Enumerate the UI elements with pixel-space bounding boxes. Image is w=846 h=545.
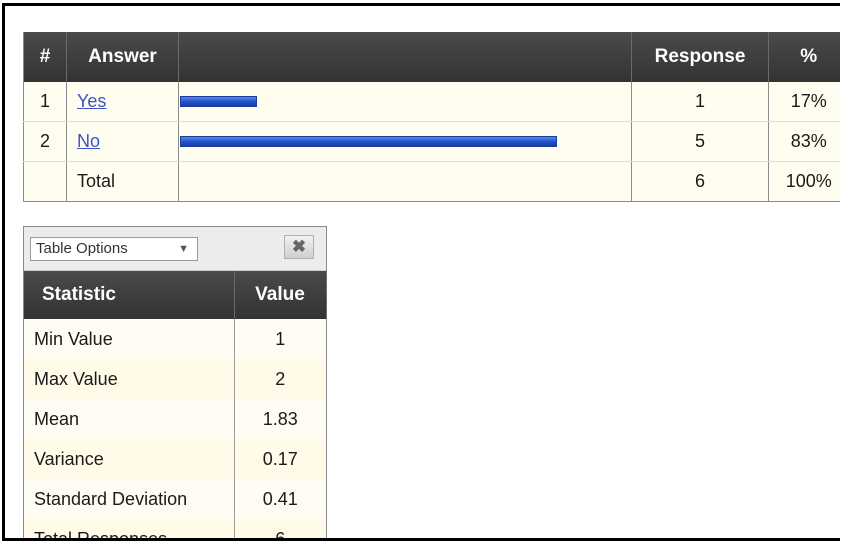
response-bar-no bbox=[180, 136, 557, 147]
stat-name: Mean bbox=[24, 399, 235, 439]
response-percent: 83% bbox=[768, 121, 840, 162]
header-answer[interactable]: Answer bbox=[66, 32, 179, 82]
total-row: Total 6 100% bbox=[23, 161, 840, 202]
total-percent: 100% bbox=[768, 161, 840, 202]
stat-name: Standard Deviation bbox=[24, 479, 235, 519]
total-number-cell bbox=[23, 161, 67, 202]
stat-value: 1 bbox=[234, 319, 326, 359]
bar-cell bbox=[178, 82, 632, 122]
answer-cell: Yes bbox=[66, 82, 179, 122]
table-options-label: Table Options bbox=[36, 240, 128, 257]
stat-row: Total Responses 6 bbox=[24, 519, 326, 538]
statistics-panel: Table Options ▼ ✖ Statistic Value Min Va… bbox=[23, 226, 327, 538]
table-options-dropdown[interactable]: Table Options ▼ bbox=[30, 237, 198, 261]
total-bar-cell bbox=[178, 161, 632, 202]
report-frame: # Answer Response % 1 Yes 1 17% 2 No 5 8… bbox=[2, 3, 840, 541]
stat-row: Max Value 2 bbox=[24, 359, 326, 399]
bar-cell bbox=[178, 121, 632, 162]
row-number: 1 bbox=[23, 82, 67, 122]
answer-row-yes: 1 Yes 1 17% bbox=[23, 82, 840, 122]
stat-value: 2 bbox=[234, 359, 326, 399]
stat-name: Max Value bbox=[24, 359, 235, 399]
header-number: # bbox=[23, 32, 67, 82]
answer-cell: No bbox=[66, 121, 179, 162]
answers-table: # Answer Response % 1 Yes 1 17% 2 No 5 8… bbox=[23, 32, 840, 202]
answer-row-no: 2 No 5 83% bbox=[23, 121, 840, 162]
stat-value: 0.17 bbox=[234, 439, 326, 479]
answer-link-yes[interactable]: Yes bbox=[77, 91, 106, 111]
stat-row: Min Value 1 bbox=[24, 319, 326, 359]
answer-link-no[interactable]: No bbox=[77, 131, 100, 151]
total-response: 6 bbox=[631, 161, 769, 202]
stat-value: 6 bbox=[234, 519, 326, 538]
stat-name: Variance bbox=[24, 439, 235, 479]
header-bar bbox=[178, 32, 632, 82]
stat-name: Total Responses bbox=[24, 519, 235, 538]
answers-header-row: # Answer Response % bbox=[23, 32, 840, 82]
header-value: Value bbox=[234, 271, 327, 319]
stat-row: Mean 1.83 bbox=[24, 399, 326, 439]
statistics-table: Statistic Value Min Value 1 Max Value 2 … bbox=[24, 271, 327, 538]
stat-name: Min Value bbox=[24, 319, 235, 359]
header-percent[interactable]: % bbox=[768, 32, 840, 82]
stats-toolbar: Table Options ▼ ✖ bbox=[24, 227, 326, 271]
response-count: 5 bbox=[631, 121, 769, 162]
response-count: 1 bbox=[631, 82, 769, 122]
stat-value: 1.83 bbox=[234, 399, 326, 439]
row-number: 2 bbox=[23, 121, 67, 162]
header-statistic: Statistic bbox=[24, 271, 235, 319]
stat-value: 0.41 bbox=[234, 479, 326, 519]
stat-row: Variance 0.17 bbox=[24, 439, 326, 479]
stat-row: Standard Deviation 0.41 bbox=[24, 479, 326, 519]
chevron-down-icon: ▼ bbox=[178, 243, 189, 255]
response-bar-yes bbox=[180, 96, 257, 107]
header-response[interactable]: Response bbox=[631, 32, 769, 82]
total-label: Total bbox=[66, 161, 179, 202]
stats-header-row: Statistic Value bbox=[24, 271, 327, 319]
response-percent: 17% bbox=[768, 82, 840, 122]
close-icon[interactable]: ✖ bbox=[284, 235, 314, 259]
